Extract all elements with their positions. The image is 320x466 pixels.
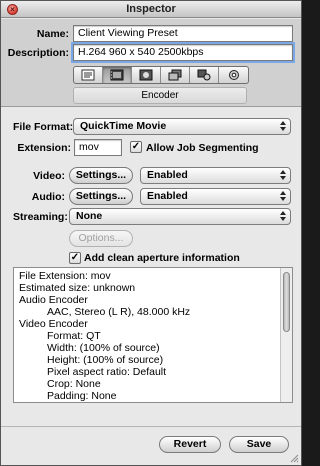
frame-controls-icon [139, 69, 153, 81]
inspector-tab-bar [73, 66, 249, 84]
geometry-icon [197, 69, 211, 81]
popup-arrows-icon [279, 170, 287, 181]
summary-line: Audio Encoder [19, 294, 88, 306]
summary-line: AAC, Stereo (L R), 48.000 kHz [47, 306, 191, 318]
popup-arrows-icon [279, 191, 287, 202]
tab-summary[interactable] [74, 67, 103, 83]
file-format-popup[interactable]: QuickTime Movie [73, 118, 291, 135]
summary-line: Estimated size: unknown [19, 282, 136, 294]
tab-geometry[interactable] [190, 67, 219, 83]
settings-summary-box[interactable]: File Extension: mov Estimated size: unkn… [13, 267, 293, 403]
tab-encoder[interactable] [103, 67, 132, 83]
clean-aperture-checkbox[interactable]: ✓ [69, 252, 81, 264]
video-settings-button[interactable]: Settings... [69, 167, 133, 184]
name-field[interactable]: Client Viewing Preset [73, 25, 293, 42]
file-format-label: File Format: [13, 121, 74, 133]
summary-line: Padding: None [47, 390, 117, 402]
audio-state-popup[interactable]: Enabled [140, 188, 291, 205]
audio-label: Audio: [31, 191, 65, 203]
revert-button[interactable]: Revert [159, 436, 221, 453]
options-button[interactable]: Options... [69, 230, 133, 247]
tab-filters[interactable] [161, 67, 190, 83]
active-tab-label: Encoder [73, 87, 247, 104]
summary-line: File Extension: mov [19, 270, 111, 282]
streaming-label: Streaming: [13, 211, 68, 223]
file-format-value: QuickTime Movie [80, 120, 167, 132]
summary-line: Format: QT [47, 330, 101, 342]
allow-segmenting-checkbox[interactable]: ✓ [130, 141, 142, 153]
extension-field[interactable]: mov [74, 139, 122, 156]
tab-frame-controls[interactable] [132, 67, 161, 83]
encoder-icon [110, 69, 124, 81]
actions-icon [228, 70, 239, 80]
summary-scrollbar[interactable] [280, 268, 292, 402]
popup-arrows-icon [279, 211, 287, 222]
resize-grip-icon[interactable] [289, 453, 299, 463]
preset-header-panel: Name: Client Viewing Preset Description:… [1, 19, 301, 107]
streaming-value: None [76, 210, 103, 222]
name-label: Name: [36, 28, 69, 40]
footer-divider [1, 426, 301, 427]
popup-arrows-icon [279, 121, 287, 132]
tab-actions[interactable] [219, 67, 248, 83]
summary-line: Height: (100% of source) [47, 354, 164, 366]
summary-line: Video Encoder [19, 318, 88, 330]
clean-aperture-label: Add clean aperture information [84, 252, 240, 264]
video-label: Video: [33, 170, 65, 182]
video-state-value: Enabled [147, 169, 188, 181]
streaming-popup[interactable]: None [69, 208, 291, 225]
filters-icon [168, 69, 182, 81]
video-state-popup[interactable]: Enabled [140, 167, 291, 184]
extension-label: Extension: [17, 142, 71, 154]
summary-line: Width: (100% of source) [47, 342, 160, 354]
save-button[interactable]: Save [229, 436, 289, 453]
audio-state-value: Enabled [147, 190, 188, 202]
scrollbar-thumb[interactable] [283, 272, 290, 332]
title-bar[interactable]: × Inspector [1, 1, 301, 18]
summary-icon [81, 69, 95, 81]
summary-line: Pixel aspect ratio: Default [47, 366, 167, 378]
summary-line: Crop: None [47, 378, 101, 390]
audio-settings-button[interactable]: Settings... [69, 188, 133, 205]
description-field[interactable]: H.264 960 x 540 2500kbps [71, 42, 295, 63]
window-title: Inspector [126, 3, 176, 15]
inspector-window: × Inspector Name: Client Viewing Preset … [0, 0, 302, 466]
allow-segmenting-label: Allow Job Segmenting [146, 142, 259, 154]
description-label: Description: [7, 47, 69, 59]
